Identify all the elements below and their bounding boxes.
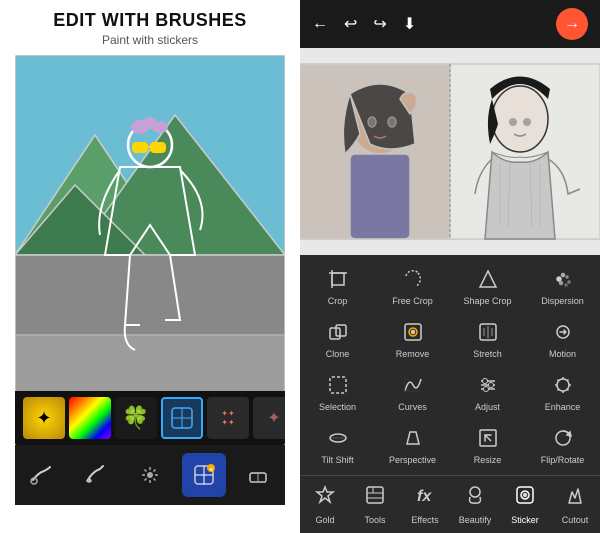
left-panel: EDIT WITH BRUSHES Paint with stickers — [0, 0, 300, 533]
shape-crop-icon — [474, 265, 502, 293]
bottom-toolbar: ★ — [15, 445, 285, 505]
tab-cutout[interactable]: Cutout — [550, 476, 600, 533]
sticker-gold[interactable]: ✦ — [23, 397, 65, 439]
nav-left: ← ↩ ↪ ⬇ — [312, 14, 416, 34]
free-crop-label: Free Crop — [392, 296, 433, 306]
tab-sticker-label: Sticker — [511, 515, 539, 525]
left-header: EDIT WITH BRUSHES Paint with stickers — [33, 0, 267, 55]
clone-label: Clone — [326, 349, 350, 359]
tool-motion[interactable]: Motion — [525, 312, 600, 365]
svg-text:★: ★ — [209, 467, 214, 473]
crop-label: Crop — [328, 296, 348, 306]
tool-perspective[interactable]: Perspective — [375, 418, 450, 471]
sticker-rainbow[interactable] — [69, 397, 111, 439]
sticker-row: ✦ 🍀 ✦✦✦✦ ✦ — [15, 391, 285, 445]
shape-crop-label: Shape Crop — [463, 296, 511, 306]
perspective-icon — [399, 424, 427, 452]
brush-tool-1[interactable] — [20, 453, 64, 497]
eraser-tool[interactable] — [236, 453, 280, 497]
selection-icon — [324, 371, 352, 399]
bottom-tabs: Gold Tools fx Effects — [300, 475, 600, 533]
download-button[interactable]: ⬇ — [403, 14, 416, 34]
curves-label: Curves — [398, 402, 427, 412]
sticker-clover[interactable]: 🍀 — [115, 397, 157, 439]
tool-resize[interactable]: Resize — [450, 418, 525, 471]
stretch-icon — [474, 318, 502, 346]
tab-cutout-label: Cutout — [562, 515, 589, 525]
sticker-icon — [514, 484, 536, 512]
main-title: EDIT WITH BRUSHES — [53, 10, 247, 31]
tab-beautify[interactable]: Beautify — [450, 476, 500, 533]
free-crop-icon — [399, 265, 427, 293]
tool-crop[interactable]: Crop — [300, 259, 375, 312]
tab-effects-label: Effects — [411, 515, 438, 525]
gold-icon — [314, 484, 336, 512]
sparkle-tool[interactable] — [128, 453, 172, 497]
beautify-icon — [464, 484, 486, 512]
tool-curves[interactable]: Curves — [375, 365, 450, 418]
tool-flip-rotate[interactable]: Flip/Rotate — [525, 418, 600, 471]
tab-beautify-label: Beautify — [459, 515, 492, 525]
curves-icon — [399, 371, 427, 399]
cutout-icon — [564, 484, 586, 512]
tilt-shift-label: Tilt Shift — [321, 455, 353, 465]
enhance-icon — [549, 371, 577, 399]
tool-stretch[interactable]: Stretch — [450, 312, 525, 365]
adjust-icon — [474, 371, 502, 399]
flip-rotate-icon — [549, 424, 577, 452]
right-panel: ← ↩ ↪ ⬇ → — [300, 0, 600, 533]
dispersion-icon — [549, 265, 577, 293]
sticker-tool[interactable]: ★ — [182, 453, 226, 497]
dispersion-label: Dispersion — [541, 296, 584, 306]
left-image: ✦ 🍀 ✦✦✦✦ ✦ — [15, 55, 285, 445]
sticker-selected[interactable] — [161, 397, 203, 439]
tools-icon — [364, 484, 386, 512]
tool-dispersion[interactable]: Dispersion — [525, 259, 600, 312]
perspective-label: Perspective — [389, 455, 436, 465]
clone-icon — [324, 318, 352, 346]
background-svg — [15, 55, 285, 445]
tool-tilt-shift[interactable]: Tilt Shift — [300, 418, 375, 471]
tilt-shift-icon — [324, 424, 352, 452]
tool-clone[interactable]: Clone — [300, 312, 375, 365]
tools-grid: Crop Free Crop Shape Crop — [300, 255, 600, 475]
selection-label: Selection — [319, 402, 356, 412]
stretch-label: Stretch — [473, 349, 502, 359]
motion-icon — [549, 318, 577, 346]
undo-button[interactable]: ↩ — [344, 14, 357, 34]
tool-remove[interactable]: Remove — [375, 312, 450, 365]
remove-label: Remove — [396, 349, 430, 359]
motion-label: Motion — [549, 349, 576, 359]
tool-free-crop[interactable]: Free Crop — [375, 259, 450, 312]
flip-rotate-label: Flip/Rotate — [541, 455, 585, 465]
brush-tool-2[interactable] — [74, 453, 118, 497]
tab-gold-label: Gold — [315, 515, 334, 525]
tab-gold[interactable]: Gold — [300, 476, 350, 533]
tool-selection[interactable]: Selection — [300, 365, 375, 418]
crop-icon — [324, 265, 352, 293]
adjust-label: Adjust — [475, 402, 500, 412]
right-image — [300, 48, 600, 255]
photo-svg — [300, 48, 600, 255]
sticker-confetti[interactable]: ✦✦✦✦ — [207, 397, 249, 439]
next-button[interactable]: → — [556, 8, 588, 40]
redo-button[interactable]: ↪ — [373, 14, 386, 34]
back-button[interactable]: ← — [312, 15, 328, 33]
tab-effects[interactable]: fx Effects — [400, 476, 450, 533]
tool-adjust[interactable]: Adjust — [450, 365, 525, 418]
remove-icon — [399, 318, 427, 346]
tab-tools[interactable]: Tools — [350, 476, 400, 533]
resize-label: Resize — [474, 455, 502, 465]
tab-sticker[interactable]: Sticker — [500, 476, 550, 533]
right-topbar: ← ↩ ↪ ⬇ → — [300, 0, 600, 48]
main-subtitle: Paint with stickers — [53, 33, 247, 47]
tool-shape-crop[interactable]: Shape Crop — [450, 259, 525, 312]
resize-icon — [474, 424, 502, 452]
svg-text:fx: fx — [417, 488, 432, 505]
tool-enhance[interactable]: Enhance — [525, 365, 600, 418]
tab-tools-label: Tools — [364, 515, 385, 525]
enhance-label: Enhance — [545, 402, 581, 412]
sticker-dark[interactable]: ✦ — [253, 397, 285, 439]
effects-icon: fx — [414, 484, 436, 512]
